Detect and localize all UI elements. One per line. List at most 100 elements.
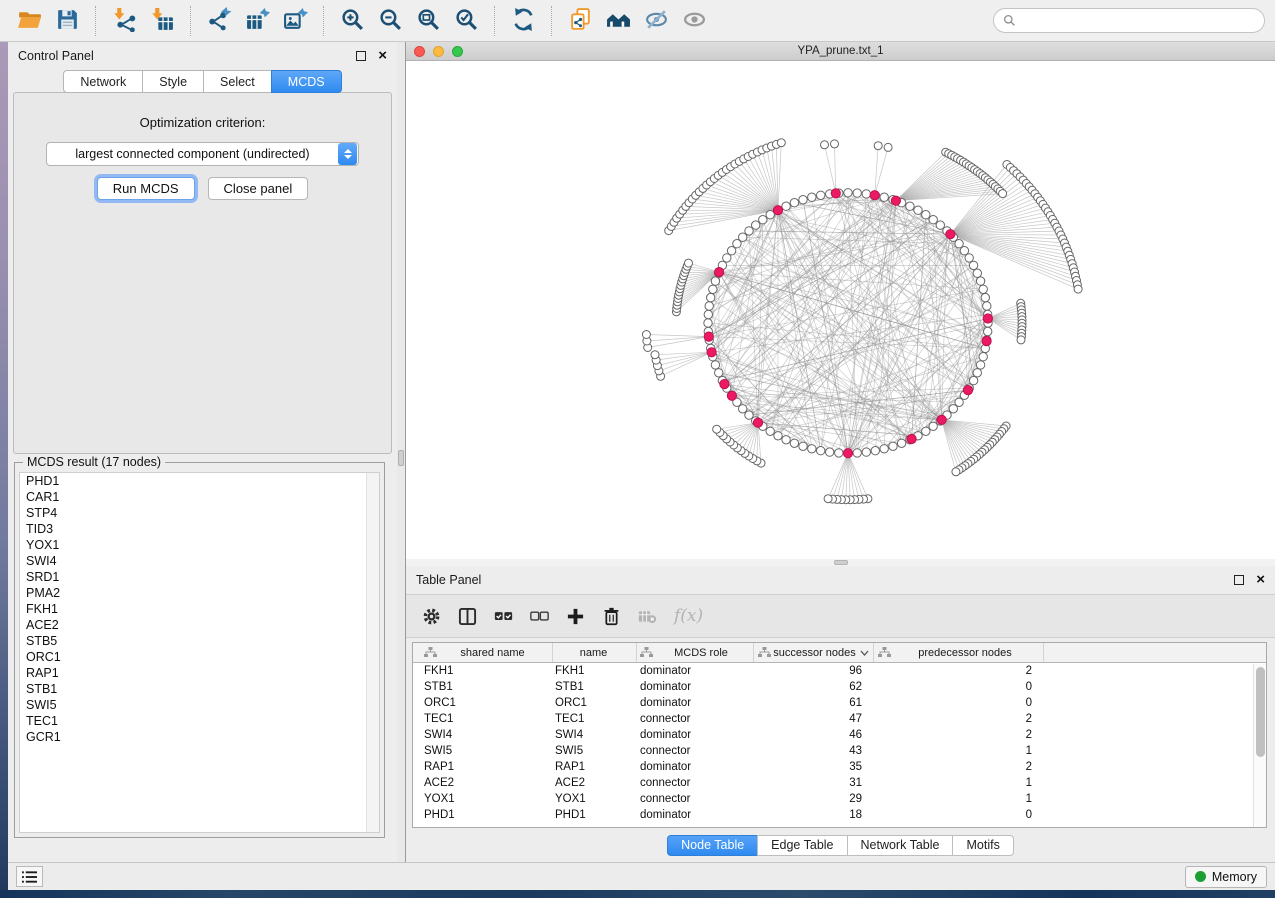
tab-select[interactable]: Select [203, 70, 271, 93]
table-scrollbar-thumb[interactable] [1256, 667, 1265, 757]
splitter-grab-icon[interactable] [398, 450, 404, 466]
table-row[interactable]: TEC1TEC1connector472 [413, 711, 1266, 727]
table-cell[interactable]: SWI4 [553, 729, 637, 741]
mcds-result-item[interactable]: STB1 [20, 681, 379, 697]
table-cell[interactable]: dominator [637, 729, 754, 741]
mcds-result-item[interactable]: RAP1 [20, 665, 379, 681]
mcds-result-item[interactable]: SWI5 [20, 697, 379, 713]
zoom-fit-button[interactable] [409, 4, 447, 38]
table-row[interactable]: ACE2ACE2connector311 [413, 775, 1266, 791]
mcds-result-item[interactable]: STB5 [20, 633, 379, 649]
close-panel-button[interactable]: Close panel [208, 177, 309, 200]
table-cell[interactable]: 2 [874, 713, 1044, 725]
table-cell[interactable]: SWI5 [413, 745, 553, 757]
mcds-result-item[interactable]: STP4 [20, 505, 379, 521]
mcds-result-item[interactable]: TEC1 [20, 713, 379, 729]
run-mcds-button[interactable]: Run MCDS [97, 177, 195, 200]
mcds-result-item[interactable]: PMA2 [20, 585, 379, 601]
splitter-grab-icon[interactable] [834, 560, 848, 565]
duplicate-network-button[interactable] [561, 4, 599, 38]
table-cell[interactable]: ACE2 [553, 777, 637, 789]
table-cell[interactable]: dominator [637, 697, 754, 709]
hide-selected-button[interactable] [637, 4, 675, 38]
mcds-result-item[interactable]: YOX1 [20, 537, 379, 553]
criterion-select[interactable]: largest connected component (undirected) [46, 142, 359, 166]
table-cell[interactable]: 2 [874, 729, 1044, 741]
vertical-splitter[interactable] [397, 42, 406, 862]
export-network-button[interactable] [200, 4, 238, 38]
create-column-button[interactable] [566, 607, 585, 626]
table-cell[interactable]: 35 [754, 761, 874, 773]
horizontal-splitter[interactable] [406, 559, 1275, 566]
network-window-titlebar[interactable]: YPA_prune.txt_1 [406, 42, 1275, 61]
mcds-result-item[interactable]: TID3 [20, 521, 379, 537]
open-session-button[interactable] [10, 4, 48, 38]
zoom-selected-button[interactable] [447, 4, 485, 38]
mcds-result-item[interactable]: PHD1 [20, 473, 379, 489]
table-cell[interactable]: ORC1 [553, 697, 637, 709]
export-image-button[interactable] [276, 4, 314, 38]
table-cell[interactable]: 2 [874, 665, 1044, 677]
table-row[interactable]: ORC1ORC1dominator610 [413, 695, 1266, 711]
delete-column-button[interactable] [602, 607, 621, 626]
show-column-button[interactable] [458, 607, 477, 626]
column-header-name[interactable]: name [553, 643, 637, 662]
show-all-button[interactable] [675, 4, 713, 38]
table-row[interactable]: RAP1RAP1dominator352 [413, 759, 1266, 775]
memory-button[interactable]: Memory [1185, 866, 1267, 888]
table-cell[interactable]: 62 [754, 681, 874, 693]
table-cell[interactable]: dominator [637, 681, 754, 693]
table-cell[interactable]: connector [637, 713, 754, 725]
tab-network[interactable]: Network [63, 70, 142, 93]
save-session-button[interactable] [48, 4, 86, 38]
table-cell[interactable]: 61 [754, 697, 874, 709]
export-table-button[interactable] [238, 4, 276, 38]
table-options-button[interactable] [422, 607, 441, 626]
column-header-shared-name[interactable]: shared name [413, 643, 553, 662]
table-cell[interactable]: RAP1 [413, 761, 553, 773]
table-cell[interactable]: 1 [874, 777, 1044, 789]
mcds-result-item[interactable]: ACE2 [20, 617, 379, 633]
table-cell[interactable]: 29 [754, 793, 874, 805]
table-cell[interactable]: 31 [754, 777, 874, 789]
table-cell[interactable]: STB1 [553, 681, 637, 693]
column-header-successor-nodes[interactable]: successor nodes [754, 643, 874, 662]
tab-node-table[interactable]: Node Table [667, 835, 757, 856]
mcds-result-item[interactable]: SWI4 [20, 553, 379, 569]
float-panel-icon[interactable] [356, 51, 366, 61]
table-cell[interactable]: FKH1 [413, 665, 553, 677]
table-cell[interactable]: connector [637, 793, 754, 805]
zoom-in-button[interactable] [333, 4, 371, 38]
float-panel-icon[interactable] [1234, 575, 1244, 585]
mcds-result-item[interactable]: GCR1 [20, 729, 379, 745]
table-cell[interactable]: PHD1 [413, 809, 553, 821]
search-input[interactable] [1022, 14, 1255, 28]
result-list-scrollbar[interactable] [366, 473, 379, 832]
column-header-predecessor-nodes[interactable]: predecessor nodes [874, 643, 1044, 662]
table-cell[interactable]: TEC1 [413, 713, 553, 725]
tab-network-table[interactable]: Network Table [847, 835, 953, 856]
table-cell[interactable]: 1 [874, 745, 1044, 757]
table-cell[interactable]: 47 [754, 713, 874, 725]
close-panel-icon[interactable]: × [378, 51, 387, 61]
table-cell[interactable]: connector [637, 745, 754, 757]
table-cell[interactable]: 2 [874, 761, 1044, 773]
refresh-button[interactable] [504, 4, 542, 38]
table-cell[interactable]: SWI5 [553, 745, 637, 757]
table-row[interactable]: SWI5SWI5connector431 [413, 743, 1266, 759]
network-canvas[interactable] [406, 61, 1275, 559]
table-cell[interactable]: dominator [637, 761, 754, 773]
mcds-result-item[interactable]: FKH1 [20, 601, 379, 617]
table-row[interactable]: STB1STB1dominator620 [413, 679, 1266, 695]
tab-style[interactable]: Style [142, 70, 203, 93]
zoom-out-button[interactable] [371, 4, 409, 38]
table-cell[interactable]: STB1 [413, 681, 553, 693]
table-cell[interactable]: 1 [874, 793, 1044, 805]
tab-edge-table[interactable]: Edge Table [757, 835, 846, 856]
table-cell[interactable]: PHD1 [553, 809, 637, 821]
table-cell[interactable]: 0 [874, 681, 1044, 693]
mcds-result-item[interactable]: ORC1 [20, 649, 379, 665]
table-row[interactable]: FKH1FKH1dominator962 [413, 663, 1266, 679]
table-cell[interactable]: 43 [754, 745, 874, 757]
select-all-columns-button[interactable] [494, 607, 513, 626]
